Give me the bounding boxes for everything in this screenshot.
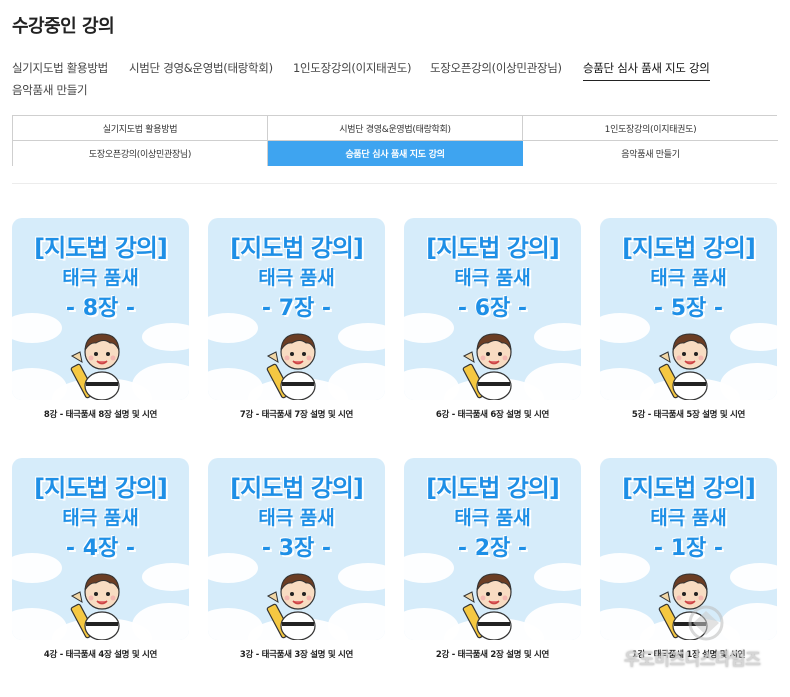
thumb-subtitle: 태극 품새: [454, 267, 531, 289]
course-card-6[interactable]: [지도법 강의] 태극 품새 - 3장 - 3강 - 태극품새 3장 설명 및 …: [208, 458, 385, 676]
thumb-chapter: - 2장 -: [457, 536, 528, 561]
course-card-5[interactable]: [지도법 강의] 태극 품새 - 4장 - 4강 - 태극품새 4장 설명 및 …: [12, 458, 189, 676]
taekwondo-kid-mascot-icon: [266, 573, 316, 640]
grid-tab-label: 승품단 심사 품새 지도 강의: [345, 150, 445, 160]
thumb-chapter: - 8장 -: [65, 296, 136, 321]
course-thumbnail[interactable]: [지도법 강의] 태극 품새 - 5장 -: [600, 218, 777, 400]
taekwondo-kid-mascot-icon: [70, 573, 120, 640]
grid-tab-demo-team-management[interactable]: 시범단 경영&운영법(태랑학회): [268, 116, 523, 141]
course-thumbnail[interactable]: [지도법 강의] 태극 품새 - 2장 -: [404, 458, 581, 640]
grid-tab-label: 도장오픈강의(이상민관장님): [88, 150, 192, 160]
thumb-title: [지도법 강의]: [426, 234, 560, 262]
grid-tab-label: 음악품새 만들기: [621, 150, 680, 160]
thumb-subtitle: 태극 품새: [258, 507, 335, 529]
course-card-8[interactable]: [지도법 강의] 태극 품새 - 1장 - 1강 - 태극품새 1장 설명 및 …: [600, 458, 777, 676]
thumb-title: [지도법 강의]: [230, 234, 364, 262]
cloud-decoration: [730, 323, 777, 351]
section-divider: [12, 183, 777, 184]
course-thumbnail[interactable]: [지도법 강의] 태극 품새 - 4장 -: [12, 458, 189, 640]
course-card-2[interactable]: [지도법 강의] 태극 품새 - 7장 - 7강 - 태극품새 7장 설명 및 …: [208, 218, 385, 436]
course-thumbnail[interactable]: [지도법 강의] 태극 품새 - 3장 -: [208, 458, 385, 640]
tab-poomsae-instruction[interactable]: 승품단 심사 품새 지도 강의: [583, 60, 710, 81]
cloud-decoration: [142, 563, 189, 591]
thumb-title: [지도법 강의]: [230, 474, 364, 502]
course-caption[interactable]: 6강 - 태극품새 6장 설명 및 시연: [404, 408, 581, 420]
cloud-decoration: [142, 323, 189, 351]
thumb-title: [지도법 강의]: [426, 474, 560, 502]
grid-tab-music-poomsae[interactable]: 음악품새 만들기: [523, 141, 778, 166]
watermark: 우도비즈니스타임즈: [624, 650, 761, 670]
thumb-subtitle: 태극 품새: [62, 267, 139, 289]
grid-tab-poomsae-instruction[interactable]: 승품단 심사 품새 지도 강의: [268, 141, 523, 166]
taekwondo-kid-mascot-icon: [266, 333, 316, 400]
taekwondo-kid-mascot-icon: [462, 573, 512, 640]
tab-demo-team-management[interactable]: 시범단 경영&운영법(태랑학회): [129, 60, 273, 76]
grid-tab-label: 시범단 경영&운영법(태랑학회): [339, 124, 451, 135]
cloud-decoration: [730, 563, 777, 591]
tab-practical-guidance[interactable]: 실기지도법 활용방법: [12, 60, 108, 76]
tab-dojang-opening[interactable]: 도장오픈강의(이상민관장님): [430, 60, 562, 76]
page-title: 수강중인 강의: [12, 16, 115, 37]
thumb-chapter: - 6장 -: [457, 296, 528, 321]
thumb-subtitle: 태극 품새: [650, 507, 727, 529]
thumb-subtitle: 태극 품새: [454, 507, 531, 529]
cloud-decoration: [338, 323, 385, 351]
course-card-7[interactable]: [지도법 강의] 태극 품새 - 2장 - 2강 - 태극품새 2장 설명 및 …: [404, 458, 581, 676]
course-caption[interactable]: 8강 - 태극품새 8장 설명 및 시연: [12, 408, 189, 420]
grid-tab-label: 1인도장강의(이지태권도): [604, 124, 697, 135]
taekwondo-kid-mascot-icon: [462, 333, 512, 400]
course-caption[interactable]: 3강 - 태극품새 3장 설명 및 시연: [208, 648, 385, 660]
grid-tab-label: 실기지도법 활용방법: [102, 124, 178, 135]
thumb-subtitle: 태극 품새: [62, 507, 139, 529]
taekwondo-kid-mascot-icon: [658, 333, 708, 400]
course-card-3[interactable]: [지도법 강의] 태극 품새 - 6장 - 6강 - 태극품새 6장 설명 및 …: [404, 218, 581, 436]
thumb-chapter: - 1장 -: [653, 536, 724, 561]
thumb-title: [지도법 강의]: [622, 474, 756, 502]
category-grid: 실기지도법 활용방법 시범단 경영&운영법(태랑학회) 1인도장강의(이지태권도…: [12, 115, 778, 166]
course-caption[interactable]: 7강 - 태극품새 7장 설명 및 시연: [208, 408, 385, 420]
course-caption[interactable]: 4강 - 태극품새 4장 설명 및 시연: [12, 648, 189, 660]
thumb-title: [지도법 강의]: [34, 234, 168, 262]
grid-tab-dojang-opening[interactable]: 도장오픈강의(이상민관장님): [13, 141, 268, 166]
thumb-chapter: - 5장 -: [653, 296, 724, 321]
thumb-title: [지도법 강의]: [34, 474, 168, 502]
course-card-4[interactable]: [지도법 강의] 태극 품새 - 5장 - 5강 - 태극품새 5장 설명 및 …: [600, 218, 777, 436]
cloud-decoration: [338, 563, 385, 591]
tab-music-poomsae[interactable]: 음악품새 만들기: [12, 82, 88, 98]
course-thumbnail[interactable]: [지도법 강의] 태극 품새 - 6장 -: [404, 218, 581, 400]
course-caption[interactable]: 2강 - 태극품새 2장 설명 및 시연: [404, 648, 581, 660]
course-thumbnail[interactable]: [지도법 강의] 태극 품새 - 7장 -: [208, 218, 385, 400]
grid-tab-practical-guidance[interactable]: 실기지도법 활용방법: [13, 116, 268, 141]
cloud-decoration: [534, 563, 581, 591]
thumb-chapter: - 3장 -: [261, 536, 332, 561]
thumb-subtitle: 태극 품새: [258, 267, 335, 289]
cloud-decoration: [534, 323, 581, 351]
tab-one-person-dojang[interactable]: 1인도장강의(이지태권도): [293, 60, 412, 76]
thumb-title: [지도법 강의]: [622, 234, 756, 262]
thumb-subtitle: 태극 품새: [650, 267, 727, 289]
grid-tab-one-person-dojang[interactable]: 1인도장강의(이지태권도): [523, 116, 778, 141]
watermark-logo-icon: [688, 605, 724, 641]
course-caption[interactable]: 5강 - 태극품새 5장 설명 및 시연: [600, 408, 777, 420]
thumb-chapter: - 4장 -: [65, 536, 136, 561]
thumb-chapter: - 7장 -: [261, 296, 332, 321]
course-thumbnail[interactable]: [지도법 강의] 태극 품새 - 8장 -: [12, 218, 189, 400]
course-card-1[interactable]: [지도법 강의] 태극 품새 - 8장 - 8강 - 태극품새 8장 설명 및 …: [12, 218, 189, 436]
taekwondo-kid-mascot-icon: [70, 333, 120, 400]
